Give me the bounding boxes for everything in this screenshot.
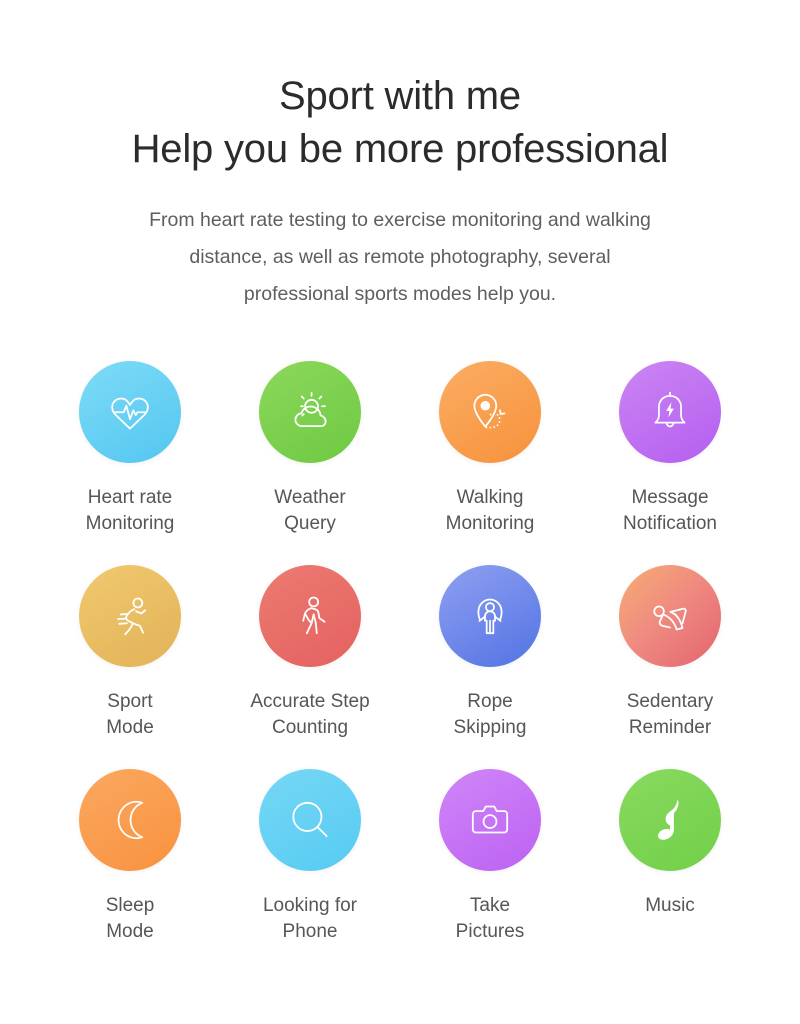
feature-label-line-1: Sedentary xyxy=(626,691,714,712)
feature-label-line-2: Skipping xyxy=(453,717,527,738)
feature-label-line-1: Sleep xyxy=(105,895,155,916)
feature-label: Message Notification xyxy=(623,485,717,537)
music-note-icon xyxy=(658,799,679,840)
page-title-line-1: Sport with me xyxy=(279,74,521,118)
feature-icon-badge[interactable] xyxy=(619,361,721,463)
feature-icon-badge[interactable] xyxy=(259,769,361,871)
page-title: Sport with me Help you be more professio… xyxy=(0,0,800,176)
feature-icon-badge[interactable] xyxy=(79,565,181,667)
page-subtitle-line-2: distance, as well as remote photography,… xyxy=(189,246,611,268)
feature-label: Music xyxy=(645,893,695,919)
feature-label-line-2: Phone xyxy=(282,921,338,942)
feature-walking-monitoring[interactable]: Walking Monitoring xyxy=(400,361,580,565)
feature-label-line-2: Monitoring xyxy=(85,513,175,534)
feature-icon-badge[interactable] xyxy=(439,769,541,871)
feature-icon-badge[interactable] xyxy=(259,565,361,667)
feature-label-line-1: Message xyxy=(631,487,709,508)
feature-label-line-1: Looking for xyxy=(262,895,357,916)
feature-label: Heart rate Monitoring xyxy=(86,485,175,537)
page-subtitle-line-3: professional sports modes help you. xyxy=(243,283,557,305)
feature-icon-badge[interactable] xyxy=(619,769,721,871)
feature-looking-for-phone[interactable]: Looking for Phone xyxy=(220,769,400,973)
feature-label-line-2: Mode xyxy=(106,921,154,942)
sit-up-person-icon xyxy=(653,605,687,631)
feature-label-line-2: Reminder xyxy=(628,717,712,738)
feature-label-line-2: Mode xyxy=(106,717,154,738)
feature-label-line-2: Counting xyxy=(271,717,349,738)
feature-label: Take Pictures xyxy=(456,893,525,945)
walking-person-icon xyxy=(302,596,326,635)
page-title-line-2: Help you be more professional xyxy=(131,127,669,171)
sun-cloud-icon xyxy=(294,391,327,428)
feature-label: Rope Skipping xyxy=(454,689,527,741)
feature-label-line-2: Notification xyxy=(623,513,717,534)
feature-label-line-1: Rope xyxy=(467,691,513,712)
feature-sleep-mode[interactable]: Sleep Mode xyxy=(40,769,220,973)
feature-grid: Heart rate Monitoring Weather Query Walk… xyxy=(40,313,760,973)
feature-label: Looking for Phone xyxy=(263,893,357,945)
page-subtitle-line-1: From heart rate testing to exercise moni… xyxy=(149,209,651,231)
feature-icon-badge[interactable] xyxy=(259,361,361,463)
camera-icon xyxy=(471,805,509,834)
feature-icon-badge[interactable] xyxy=(619,565,721,667)
feature-take-pictures[interactable]: Take Pictures xyxy=(400,769,580,973)
feature-icon-badge[interactable] xyxy=(439,361,541,463)
feature-message-notification[interactable]: Message Notification xyxy=(580,361,760,565)
feature-accurate-step-counting[interactable]: Accurate Step Counting xyxy=(220,565,400,769)
running-person-icon xyxy=(117,597,146,636)
magnifier-icon xyxy=(292,801,328,838)
bell-bolt-icon xyxy=(654,391,686,428)
jump-rope-person-icon xyxy=(477,598,503,635)
crescent-moon-icon xyxy=(117,800,144,840)
feature-icon-badge[interactable] xyxy=(79,769,181,871)
feature-label: Weather Query xyxy=(274,485,345,537)
feature-label-line-2: Pictures xyxy=(455,921,525,942)
feature-label-line-1: Sport xyxy=(107,691,153,712)
feature-label: Walking Monitoring xyxy=(446,485,535,537)
feature-rope-skipping[interactable]: Rope Skipping xyxy=(400,565,580,769)
feature-sport-mode[interactable]: Sport Mode xyxy=(40,565,220,769)
feature-sedentary-reminder[interactable]: Sedentary Reminder xyxy=(580,565,760,769)
location-pin-path-icon xyxy=(473,393,506,429)
feature-music[interactable]: Music xyxy=(580,769,760,973)
promo-page: Sport with me Help you be more professio… xyxy=(0,0,800,1024)
feature-icon-badge[interactable] xyxy=(79,361,181,463)
feature-weather-query[interactable]: Weather Query xyxy=(220,361,400,565)
feature-label-line-1: Heart rate xyxy=(87,487,173,508)
page-subtitle: From heart rate testing to exercise moni… xyxy=(75,176,725,313)
feature-icon-badge[interactable] xyxy=(439,565,541,667)
feature-label-line-2: Monitoring xyxy=(445,513,535,534)
feature-heart-rate-monitoring[interactable]: Heart rate Monitoring xyxy=(40,361,220,565)
feature-label: Sleep Mode xyxy=(106,893,155,945)
feature-label-line-1: Walking xyxy=(456,487,524,508)
feature-label-line-1: Weather xyxy=(274,487,346,508)
feature-label: Sport Mode xyxy=(106,689,154,741)
feature-label-line-1: Accurate Step xyxy=(250,691,370,712)
feature-label: Accurate Step Counting xyxy=(250,689,369,741)
feature-label-line-2: Query xyxy=(284,513,336,534)
feature-label-line-1: Take xyxy=(469,895,511,916)
feature-label-line-1: Music xyxy=(645,895,695,916)
feature-label: Sedentary Reminder xyxy=(627,689,714,741)
heart-rate-icon xyxy=(111,397,149,430)
